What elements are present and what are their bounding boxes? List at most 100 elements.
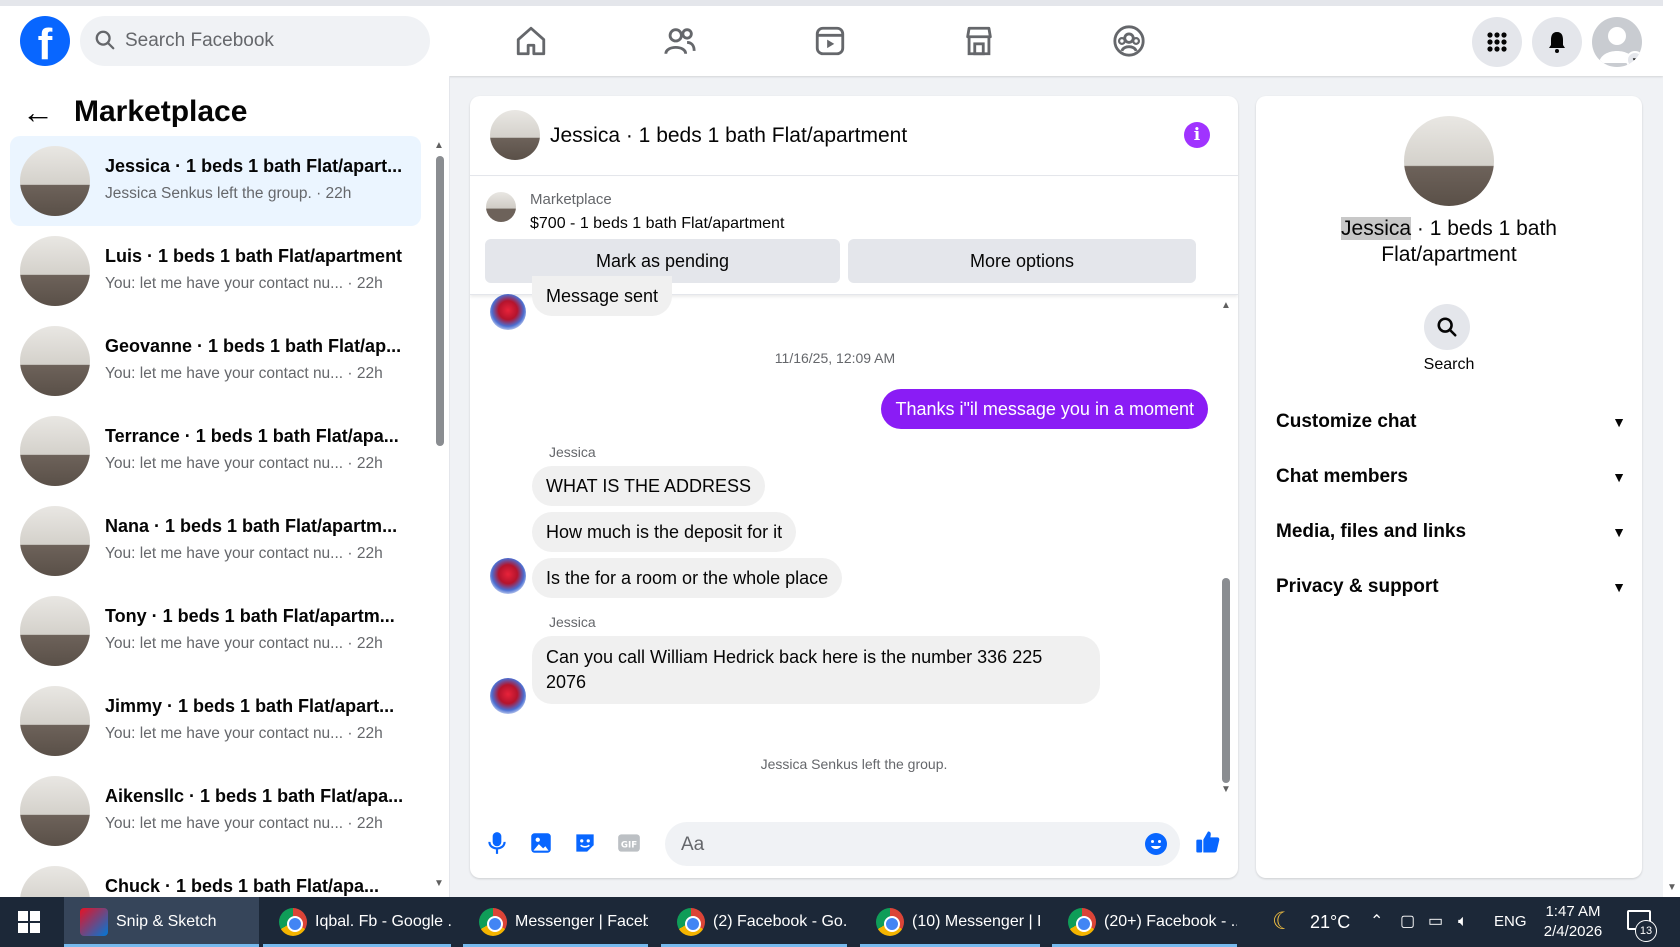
- like-thumbs-up-icon[interactable]: [1194, 828, 1222, 856]
- bell-icon: [1549, 32, 1565, 53]
- gif-icon[interactable]: GIF: [616, 830, 642, 856]
- profile-avatar[interactable]: ▾: [1592, 17, 1642, 67]
- listing-photo[interactable]: [1404, 116, 1494, 206]
- listing-thumbnail-small[interactable]: [486, 192, 516, 222]
- conversation-item[interactable]: Geovanne · 1 beds 1 bath Flat/ap... You:…: [10, 316, 421, 406]
- customize-chat-section[interactable]: Customize chat ▼: [1276, 402, 1626, 442]
- message-input-placeholder: Aa: [681, 834, 705, 855]
- listing-thumbnail: [20, 326, 90, 396]
- conversation-item[interactable]: Luis · 1 beds 1 bath Flat/apartment You:…: [10, 226, 421, 316]
- chat-title[interactable]: Jessica · 1 beds 1 bath Flat/apartment: [550, 124, 907, 148]
- chat-members-section[interactable]: Chat members ▼: [1276, 457, 1626, 497]
- search-icon: [95, 30, 115, 50]
- scroll-up-arrow[interactable]: ▲: [434, 140, 444, 151]
- search-facebook-input[interactable]: Search Facebook: [80, 16, 430, 66]
- more-options-button[interactable]: More options: [848, 239, 1196, 283]
- message-bubble[interactable]: Is the for a room or the whole place: [532, 558, 843, 598]
- listing-price-title[interactable]: $700 - 1 beds 1 bath Flat/apartment: [530, 215, 784, 233]
- search-in-conversation-button[interactable]: [1424, 304, 1470, 350]
- conversation-item[interactable]: Terrance · 1 beds 1 bath Flat/apa... You…: [10, 406, 421, 496]
- windows-start-icon[interactable]: [18, 911, 40, 933]
- message-line: Can you call William Hedrick back here i…: [546, 647, 1043, 667]
- page-scroll-down-arrow[interactable]: ▼: [1667, 882, 1677, 893]
- conversation-title: Aikensllc · 1 beds 1 bath Flat/apa...: [105, 786, 404, 806]
- taskbar-item-chrome[interactable]: Iqbal. Fb - Google ...: [263, 897, 451, 947]
- device-icon[interactable]: ▢: [1400, 897, 1415, 947]
- conversation-preview: You: let me have your contact nu... · 22…: [105, 815, 383, 832]
- notifications-button[interactable]: [1532, 17, 1582, 67]
- message-line: 2076: [546, 672, 587, 692]
- volume-icon[interactable]: 🔈︎: [1458, 897, 1468, 947]
- message-bubble[interactable]: WHAT IS THE ADDRESS: [532, 466, 766, 506]
- info-icon[interactable]: i: [1184, 122, 1210, 148]
- conversation-item[interactable]: Tony · 1 beds 1 bath Flat/apartm... You:…: [10, 586, 421, 676]
- facebook-logo[interactable]: f: [20, 16, 70, 66]
- privacy-support-section[interactable]: Privacy & support ▼: [1276, 567, 1626, 607]
- thread-scroll-up-arrow[interactable]: ▲: [1221, 300, 1231, 311]
- taskbar-item-chrome[interactable]: (20+) Facebook - ...: [1052, 897, 1237, 947]
- sender-name: Jessica: [549, 614, 596, 630]
- listing-thumbnail[interactable]: [490, 110, 540, 160]
- conversation-item[interactable]: Nana · 1 beds 1 bath Flat/apartm... You:…: [10, 496, 421, 586]
- chevron-up-icon[interactable]: ⌃: [1370, 897, 1383, 947]
- clock[interactable]: 1:47 AM 2/4/2026: [1540, 902, 1606, 942]
- left-scrollbar[interactable]: [436, 156, 444, 446]
- video-icon[interactable]: [813, 24, 847, 58]
- my-message-bubble[interactable]: Thanks i"il message you in a moment: [881, 389, 1208, 429]
- conversation-item[interactable]: Chuck · 1 beds 1 bath Flat/apa...: [10, 856, 421, 897]
- groups-icon[interactable]: [1112, 24, 1146, 58]
- marketplace-conversation-list: ← Marketplace Jessica · 1 beds 1 bath Fl…: [0, 76, 450, 897]
- taskbar-label: Iqbal. Fb - Google ...: [315, 913, 451, 930]
- conversation-item[interactable]: Aikensllc · 1 beds 1 bath Flat/apa... Yo…: [10, 766, 421, 856]
- network-icon[interactable]: ▭: [1428, 897, 1443, 947]
- taskbar-item-chrome[interactable]: (10) Messenger | F...: [860, 897, 1040, 947]
- taskbar-label: Messenger | Faceb...: [515, 913, 648, 930]
- taskbar-item-chrome[interactable]: Messenger | Faceb...: [463, 897, 648, 947]
- conversation-title: Jimmy · 1 beds 1 bath Flat/apart...: [105, 696, 395, 716]
- conversation-item[interactable]: Jessica · 1 beds 1 bath Flat/apart... Je…: [10, 136, 421, 226]
- scroll-down-arrow[interactable]: ▼: [434, 878, 444, 889]
- chevron-down-icon: ▼: [1612, 469, 1626, 485]
- page-scrollbar[interactable]: ▼: [1663, 0, 1680, 897]
- language-indicator[interactable]: ENG: [1494, 897, 1527, 947]
- taskbar-item-chrome[interactable]: (2) Facebook - Go...: [661, 897, 847, 947]
- thread-scroll-down-arrow[interactable]: ▼: [1221, 784, 1231, 795]
- clock-time: 1:47 AM: [1545, 903, 1601, 920]
- conversation-item[interactable]: Jimmy · 1 beds 1 bath Flat/apart... You:…: [10, 676, 421, 766]
- chat-panel: Jessica · 1 beds 1 bath Flat/apartment i…: [470, 96, 1238, 878]
- home-icon[interactable]: [514, 24, 548, 58]
- clock-date: 2/4/2026: [1543, 923, 1603, 940]
- friends-icon[interactable]: [663, 24, 697, 58]
- chevron-down-icon: ▾: [1626, 51, 1642, 67]
- taskbar-item-snip-sketch[interactable]: Snip & Sketch: [64, 897, 259, 947]
- image-icon[interactable]: [528, 830, 554, 856]
- message-bubble[interactable]: How much is the deposit for it: [532, 512, 797, 552]
- weather-temperature[interactable]: 21°C: [1310, 897, 1350, 947]
- conversation-title: Terrance · 1 beds 1 bath Flat/apa...: [105, 426, 399, 446]
- listing-thumbnail: [20, 506, 90, 576]
- notification-center-icon[interactable]: 13: [1627, 910, 1657, 942]
- microphone-icon[interactable]: [484, 830, 510, 856]
- emoji-icon[interactable]: [1144, 832, 1168, 856]
- listing-thumbnail: [20, 236, 90, 306]
- conversation-title: Geovanne · 1 beds 1 bath Flat/ap...: [105, 336, 402, 356]
- back-arrow-icon[interactable]: ←: [22, 96, 54, 128]
- marketplace-header: ← Marketplace: [22, 92, 247, 132]
- listing-thumbnail: [20, 596, 90, 666]
- chrome-icon: [479, 908, 507, 936]
- sender-avatar: [490, 678, 526, 714]
- section-label: Chat members: [1276, 466, 1408, 487]
- message-input[interactable]: Aa: [665, 822, 1180, 866]
- thread-scrollbar[interactable]: [1222, 578, 1230, 783]
- conversation-preview: You: let me have your contact nu... · 22…: [105, 455, 383, 472]
- conversation-preview: You: let me have your contact nu... · 22…: [105, 635, 383, 652]
- message-bubble[interactable]: Can you call William Hedrick back here i…: [532, 636, 1100, 704]
- chat-header: Jessica · 1 beds 1 bath Flat/apartment i: [470, 96, 1238, 176]
- sticker-icon[interactable]: [572, 830, 598, 856]
- media-files-links-section[interactable]: Media, files and links ▼: [1276, 512, 1626, 552]
- weather-moon-icon[interactable]: ☾: [1272, 897, 1294, 947]
- message-bubble[interactable]: Message sent: [532, 276, 673, 316]
- section-label: Customize chat: [1276, 411, 1417, 432]
- marketplace-icon[interactable]: [962, 24, 996, 58]
- menu-grid-button[interactable]: [1472, 17, 1522, 67]
